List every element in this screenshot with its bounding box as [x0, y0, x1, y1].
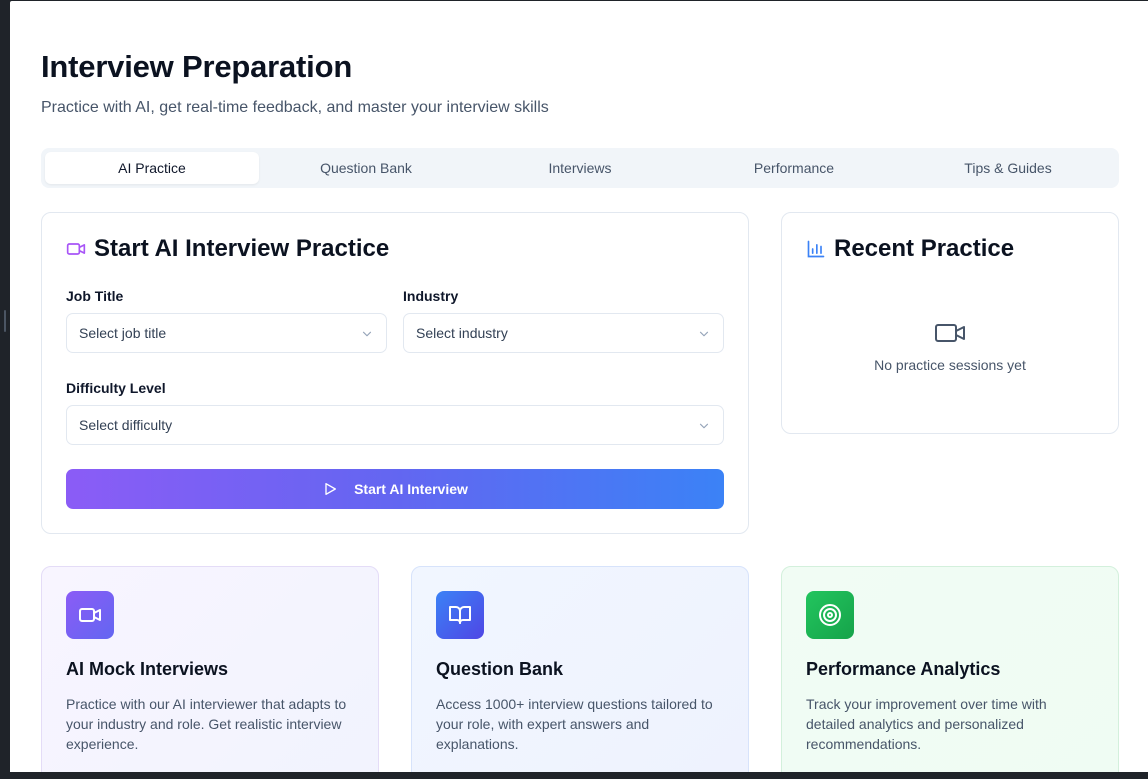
- difficulty-label: Difficulty Level: [66, 380, 166, 396]
- practice-card-title: Start AI Interview Practice: [66, 235, 389, 263]
- tab-bar: AI Practice Question Bank Interviews Per…: [41, 148, 1119, 188]
- empty-state-text: No practice sessions yet: [874, 357, 1026, 373]
- chevron-down-icon: [699, 331, 709, 337]
- job-title-select[interactable]: Select job title: [66, 313, 387, 353]
- practice-title-text: Start AI Interview Practice: [94, 235, 390, 262]
- tab-performance[interactable]: Performance: [687, 152, 901, 184]
- feature-description: Track your improvement over time with de…: [806, 696, 1047, 752]
- video-icon: [935, 324, 965, 342]
- industry-placeholder: Select industry: [416, 325, 508, 341]
- empty-state: No practice sessions yet: [782, 321, 1118, 373]
- feature-card-question-bank: Question Bank Access 1000+ interview que…: [411, 566, 749, 772]
- feature-card-ai-mock-interviews: AI Mock Interviews Practice with our AI …: [41, 566, 379, 772]
- recent-title-text: Recent Practice: [834, 235, 1015, 262]
- industry-label: Industry: [403, 288, 459, 304]
- video-icon: [66, 591, 114, 639]
- feature-description: Practice with our AI interviewer that ad…: [66, 696, 347, 752]
- job-title-placeholder: Select job title: [79, 325, 167, 341]
- page-subtitle: Practice with AI, get real-time feedback…: [41, 99, 549, 116]
- recent-card-title: Recent Practice: [806, 235, 1014, 263]
- tab-interviews[interactable]: Interviews: [473, 152, 687, 184]
- start-ai-interview-button[interactable]: Start AI Interview: [66, 469, 724, 509]
- practice-card: Start AI Interview Practice Job Title Se…: [41, 212, 749, 534]
- video-icon: [66, 239, 86, 259]
- target-icon: [806, 591, 854, 639]
- feature-title: AI Mock Interviews: [66, 659, 229, 679]
- page-header: Interview Preparation Practice with AI, …: [41, 49, 549, 117]
- chevron-down-icon: [362, 331, 372, 337]
- feature-description: Access 1000+ interview questions tailore…: [436, 696, 713, 752]
- tab-tips-guides[interactable]: Tips & Guides: [901, 152, 1115, 184]
- industry-select[interactable]: Select industry: [403, 313, 724, 353]
- feature-card-performance-analytics: Performance Analytics Track your improve…: [781, 566, 1119, 772]
- difficulty-select[interactable]: Select difficulty: [66, 405, 724, 445]
- tab-ai-practice[interactable]: AI Practice: [45, 152, 259, 184]
- bar-chart-icon: [806, 239, 826, 259]
- chevron-down-icon: [699, 423, 709, 429]
- difficulty-placeholder: Select difficulty: [79, 417, 173, 433]
- tab-question-bank[interactable]: Question Bank: [259, 152, 473, 184]
- main-page: Interview Preparation Practice with AI, …: [10, 1, 1148, 772]
- recent-practice-card: Recent Practice No practice sessions yet: [781, 212, 1119, 434]
- feature-title: Performance Analytics: [806, 659, 1001, 679]
- feature-title: Question Bank: [436, 659, 564, 679]
- book-icon: [436, 591, 484, 639]
- page-title: Interview Preparation: [41, 49, 353, 84]
- start-button-label: Start AI Interview: [354, 481, 468, 497]
- job-title-label: Job Title: [66, 288, 124, 304]
- play-icon: [322, 481, 338, 497]
- panel-resize-handle[interactable]: [4, 310, 6, 332]
